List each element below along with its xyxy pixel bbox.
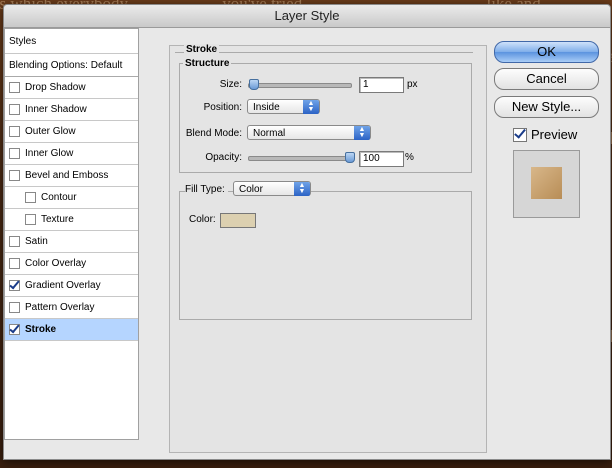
style-item-label: Inner Glow [25, 148, 74, 159]
blend-mode-select-value: Normal [253, 128, 286, 139]
style-item-label: Satin [25, 236, 48, 247]
style-checkbox[interactable] [9, 170, 20, 181]
size-unit: px [407, 79, 418, 90]
style-item-label: Texture [41, 214, 74, 225]
style-item-outer-glow[interactable]: Outer Glow [5, 121, 138, 143]
window-title[interactable]: Layer Style [4, 5, 610, 28]
preview-swatch [531, 167, 562, 199]
size-input[interactable]: 1 [359, 77, 404, 93]
style-item-label: Bevel and Emboss [25, 170, 109, 181]
style-item-pattern-overlay[interactable]: Pattern Overlay [5, 297, 138, 319]
new-style-button[interactable]: New Style... [494, 96, 599, 118]
position-select-value: Inside [253, 102, 280, 113]
stroke-color-swatch[interactable] [220, 213, 256, 228]
blend-mode-label: Blend Mode: [185, 128, 242, 139]
style-item-inner-glow[interactable]: Inner Glow [5, 143, 138, 165]
size-slider-thumb[interactable] [249, 79, 259, 90]
style-item-texture[interactable]: Texture [5, 209, 138, 231]
style-item-label: Inner Shadow [25, 104, 87, 115]
layer-style-dialog: Layer Style Styles Blending Options: Def… [3, 4, 611, 460]
opacity-slider[interactable] [248, 152, 355, 163]
style-item-contour[interactable]: Contour [5, 187, 138, 209]
style-checkbox[interactable] [25, 192, 36, 203]
style-item-drop-shadow[interactable]: Drop Shadow [5, 77, 138, 99]
preview-checkbox[interactable] [513, 128, 527, 142]
ok-button[interactable]: OK [494, 41, 599, 63]
style-item-stroke[interactable]: Stroke [5, 319, 138, 341]
styles-header[interactable]: Styles [5, 29, 138, 54]
opacity-label: Opacity: [205, 152, 242, 163]
style-item-label: Contour [41, 192, 77, 203]
stroke-section-title: Stroke [184, 44, 220, 55]
style-item-label: Gradient Overlay [25, 280, 101, 291]
preview-label[interactable]: Preview [531, 127, 577, 142]
styles-list: Styles Blending Options: Default Drop Sh… [4, 28, 139, 440]
cancel-button[interactable]: Cancel [494, 68, 599, 90]
style-item-label: Drop Shadow [25, 82, 86, 93]
style-item-inner-shadow[interactable]: Inner Shadow [5, 99, 138, 121]
position-label: Position: [203, 102, 242, 113]
size-slider[interactable] [248, 79, 352, 90]
style-checkbox[interactable] [9, 104, 20, 115]
fill-type-select-value: Color [239, 184, 263, 195]
style-checkbox[interactable] [9, 258, 20, 269]
select-arrows-icon: ▲ ▼ [354, 126, 370, 140]
structure-title: Structure [183, 58, 232, 69]
blend-mode-select[interactable]: Normal ▲ ▼ [247, 125, 371, 140]
style-checkbox[interactable] [25, 214, 36, 225]
style-checkbox[interactable] [9, 126, 20, 137]
blending-options-item[interactable]: Blending Options: Default [5, 54, 138, 77]
style-checkbox[interactable] [9, 280, 20, 291]
fill-type-select[interactable]: Color ▲ ▼ [233, 181, 311, 196]
size-label: Size: [219, 79, 242, 90]
style-preview [513, 150, 580, 218]
style-item-label: Stroke [25, 324, 57, 335]
style-checkbox[interactable] [9, 302, 20, 313]
style-items: Drop Shadow Inner Shadow Outer Glow Inner G… [5, 77, 138, 341]
style-checkbox[interactable] [9, 324, 20, 335]
opacity-unit: % [405, 152, 414, 163]
color-label: Color: [189, 214, 216, 225]
style-checkbox[interactable] [9, 82, 20, 93]
style-item-bevel-and-emboss[interactable]: Bevel and Emboss [5, 165, 138, 187]
opacity-input[interactable]: 100 [359, 151, 404, 167]
stroke-panel: Stroke Structure Size: 1 px Position: In… [169, 44, 487, 453]
position-select[interactable]: Inside ▲ ▼ [247, 99, 320, 114]
style-checkbox[interactable] [9, 236, 20, 247]
style-item-label: Color Overlay [25, 258, 87, 269]
select-arrows-icon: ▲ ▼ [303, 100, 319, 114]
fill-type-label: Fill Type: [185, 184, 228, 195]
style-item-gradient-overlay[interactable]: Gradient Overlay [5, 275, 138, 297]
opacity-slider-thumb[interactable] [345, 152, 355, 163]
select-arrows-icon: ▲ ▼ [294, 182, 310, 196]
style-checkbox[interactable] [9, 148, 20, 159]
fill-type-group [179, 191, 472, 320]
style-item-satin[interactable]: Satin [5, 231, 138, 253]
style-item-color-overlay[interactable]: Color Overlay [5, 253, 138, 275]
style-item-label: Pattern Overlay [25, 302, 95, 313]
style-item-label: Outer Glow [25, 126, 76, 137]
